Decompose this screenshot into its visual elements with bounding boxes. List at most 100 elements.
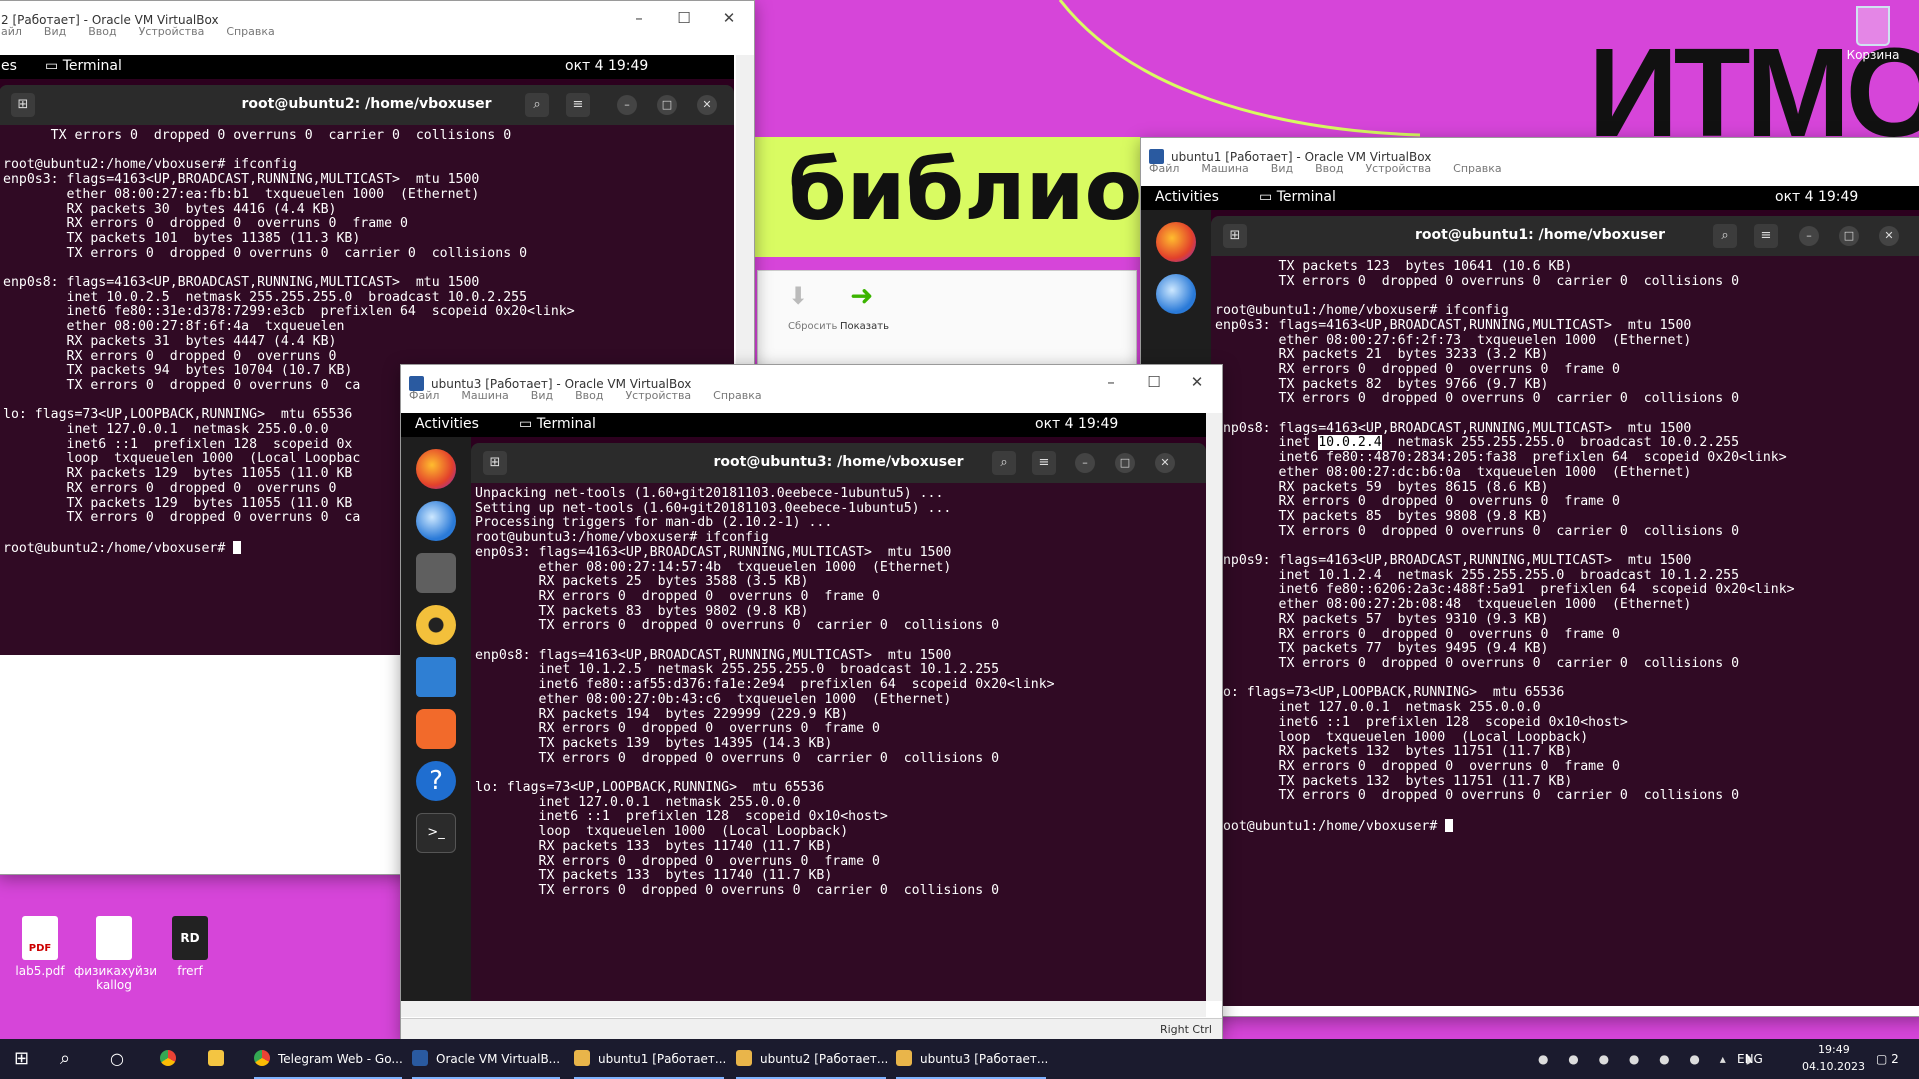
taskbar-ubuntu2[interactable]: ubuntu2 [Работает... xyxy=(736,1039,888,1079)
taskbar-ubuntu3[interactable]: ubuntu3 [Работает... xyxy=(896,1039,1048,1079)
guest-display[interactable]: Activities ▭ Terminal окт 4 19:49 ? >_ ⊞… xyxy=(401,413,1206,1001)
menu-help[interactable]: Справка xyxy=(713,389,761,402)
desktop-curve-decoration xyxy=(1058,0,1421,137)
thunderbird-icon[interactable] xyxy=(1156,274,1196,314)
files-icon[interactable] xyxy=(416,553,456,593)
close-icon[interactable]: ✕ xyxy=(697,95,717,115)
minimize-icon[interactable]: – xyxy=(1075,453,1095,473)
activities-button[interactable]: Activities xyxy=(415,416,479,432)
menu-input[interactable]: Ввод xyxy=(88,25,116,38)
terminal-app-indicator[interactable]: ▭ Terminal xyxy=(519,416,596,432)
menu-input[interactable]: Ввод xyxy=(575,389,603,402)
thunderbird-icon[interactable] xyxy=(416,501,456,541)
terminal-output[interactable]: TX packets 123 bytes 10641 (10.6 KB) TX … xyxy=(1211,256,1919,834)
start-button[interactable]: ⊞ xyxy=(14,1039,29,1079)
chrome-icon[interactable] xyxy=(160,1039,184,1079)
rhythmbox-icon[interactable] xyxy=(416,605,456,645)
close-icon[interactable]: ✕ xyxy=(1155,453,1175,473)
hamburger-menu-icon[interactable]: ≡ xyxy=(566,93,590,117)
task-view-icon[interactable]: ○ xyxy=(110,1039,124,1079)
writer-icon[interactable] xyxy=(416,657,456,697)
firefox-icon[interactable] xyxy=(1156,222,1196,262)
firefox-icon[interactable] xyxy=(416,449,456,489)
pdf-file-icon xyxy=(22,916,58,960)
explorer-icon[interactable] xyxy=(208,1039,232,1079)
vertical-scrollbar[interactable] xyxy=(1206,413,1222,1001)
menu-view[interactable]: Вид xyxy=(44,25,66,38)
terminal-icon[interactable]: >_ xyxy=(416,813,456,853)
terminal-cursor xyxy=(233,540,242,554)
reset-arrow-icon[interactable]: ⬇ xyxy=(788,283,816,309)
notifications-button[interactable]: ▢ 2 xyxy=(1876,1039,1899,1079)
hamburger-menu-icon[interactable]: ≡ xyxy=(1032,451,1056,475)
desktop-icon-frerf[interactable]: RD frerf xyxy=(150,916,230,978)
terminal-app-indicator[interactable]: ▭ Terminal xyxy=(45,58,122,74)
menu-help[interactable]: Справка xyxy=(226,25,274,38)
taskbar-telegram[interactable]: Telegram Web - Go... xyxy=(254,1039,403,1079)
menu-view[interactable]: Вид xyxy=(531,389,553,402)
topbar-clock[interactable]: окт 4 19:49 xyxy=(1035,416,1118,432)
vbox-statusbar: Right Ctrl xyxy=(401,1018,1222,1040)
activities-button[interactable]: es xyxy=(1,58,17,74)
menu-devices[interactable]: Устройства xyxy=(1365,162,1431,175)
menu-machine[interactable]: Машина xyxy=(1201,162,1248,175)
clock-date[interactable]: 04.10.2023 xyxy=(1802,1058,1865,1076)
terminal-output[interactable]: Unpacking net-tools (1.60+git20181103.0e… xyxy=(471,483,1206,899)
terminal-window[interactable]: ⊞ root@ubuntu3: /home/vboxuser ⌕ ≡ – □ ✕… xyxy=(471,443,1206,1001)
taskbar-ubuntu1[interactable]: ubuntu1 [Работает... xyxy=(574,1039,726,1079)
desktop-icon-lab5[interactable]: lab5.pdf xyxy=(0,916,80,978)
taskbar-virtualbox[interactable]: Oracle VM VirtualB... xyxy=(412,1039,560,1079)
menu-input[interactable]: Ввод xyxy=(1315,162,1343,175)
menu-devices[interactable]: Устройства xyxy=(139,25,205,38)
terminal-header: ⊞ root@ubuntu1: /home/vboxuser ⌕ ≡ – □ ✕ xyxy=(1211,216,1919,256)
desktop-icon-label: frerf xyxy=(177,964,203,978)
menu-help[interactable]: Справка xyxy=(1453,162,1501,175)
vbox-window-ubuntu1[interactable]: ubuntu1 [Работает] - Oracle VM VirtualBo… xyxy=(1140,137,1919,1017)
maximize-icon[interactable]: □ xyxy=(1115,453,1135,473)
menu-machine[interactable]: Машина xyxy=(461,389,508,402)
search-icon[interactable]: ⌕ xyxy=(525,93,549,117)
horizontal-scrollbar[interactable] xyxy=(401,1001,1206,1017)
terminal-window[interactable]: ⊞ root@ubuntu1: /home/vboxuser ⌕ ≡ – □ ✕… xyxy=(1211,216,1919,1006)
show-arrow-icon[interactable]: ➜ xyxy=(850,282,878,310)
hamburger-menu-icon[interactable]: ≡ xyxy=(1754,224,1778,248)
terminal-app-indicator[interactable]: ▭ Terminal xyxy=(1259,189,1336,205)
search-icon[interactable]: ⌕ xyxy=(992,451,1016,475)
system-tray-icons[interactable]: ● ● ● ● ● ● ▴ ◗ xyxy=(1538,1039,1760,1079)
minimize-icon[interactable]: – xyxy=(617,95,637,115)
desktop-icon-fizika[interactable]: физикахуйзи kallog xyxy=(74,916,158,992)
menu-devices[interactable]: Устройства xyxy=(625,389,691,402)
ubuntu-dock: ? >_ xyxy=(401,437,471,1001)
maximize-icon[interactable]: □ xyxy=(1839,226,1859,246)
close-icon[interactable]: ✕ xyxy=(1879,226,1899,246)
search-icon[interactable]: ⌕ xyxy=(60,1039,70,1079)
menu-file[interactable]: айл xyxy=(1,25,22,38)
menu-file[interactable]: Файл xyxy=(409,389,439,402)
recycle-bin[interactable]: Корзина xyxy=(1838,6,1908,62)
menu-file[interactable]: Файл xyxy=(1149,162,1179,175)
vm-icon xyxy=(574,1050,590,1066)
gnome-topbar: Activities ▭ Terminal окт 4 19:49 xyxy=(401,413,1206,437)
guest-display[interactable]: Activities ▭ Terminal окт 4 19:49 ⊞ root… xyxy=(1141,186,1919,1006)
clock-time[interactable]: 19:49 xyxy=(1818,1041,1850,1059)
language-indicator[interactable]: ENG xyxy=(1737,1039,1763,1079)
show-label: Показать xyxy=(840,321,889,332)
topbar-clock[interactable]: окт 4 19:49 xyxy=(565,58,648,74)
help-icon[interactable]: ? xyxy=(416,761,456,801)
desktop-icon-label: физикахуйзи kallog xyxy=(74,964,158,992)
window-titlebar[interactable]: ubuntu3 [Работает] - Oracle VM VirtualBo… xyxy=(401,365,1222,403)
vbox-manager-fragment: Сбросить Показать ➜ ⬇ xyxy=(757,270,1137,370)
minimize-icon[interactable]: – xyxy=(1799,226,1819,246)
topbar-clock[interactable]: окт 4 19:49 xyxy=(1775,189,1858,205)
app-center-icon[interactable] xyxy=(416,709,456,749)
selected-ip-text[interactable]: 10.0.2.4 xyxy=(1318,435,1382,451)
maximize-icon[interactable]: □ xyxy=(657,95,677,115)
terminal-cursor xyxy=(1445,818,1454,832)
window-titlebar[interactable]: 2 [Работает] - Oracle VM VirtualBox – ☐ … xyxy=(0,1,754,39)
search-icon[interactable]: ⌕ xyxy=(1713,224,1737,248)
activities-button[interactable]: Activities xyxy=(1155,189,1219,205)
menu-view[interactable]: Вид xyxy=(1271,162,1293,175)
desktop-icon-label: lab5.pdf xyxy=(15,964,65,978)
vbox-window-ubuntu3[interactable]: ubuntu3 [Работает] - Oracle VM VirtualBo… xyxy=(400,364,1223,1041)
window-titlebar[interactable]: ubuntu1 [Работает] - Oracle VM VirtualBo… xyxy=(1141,138,1919,176)
